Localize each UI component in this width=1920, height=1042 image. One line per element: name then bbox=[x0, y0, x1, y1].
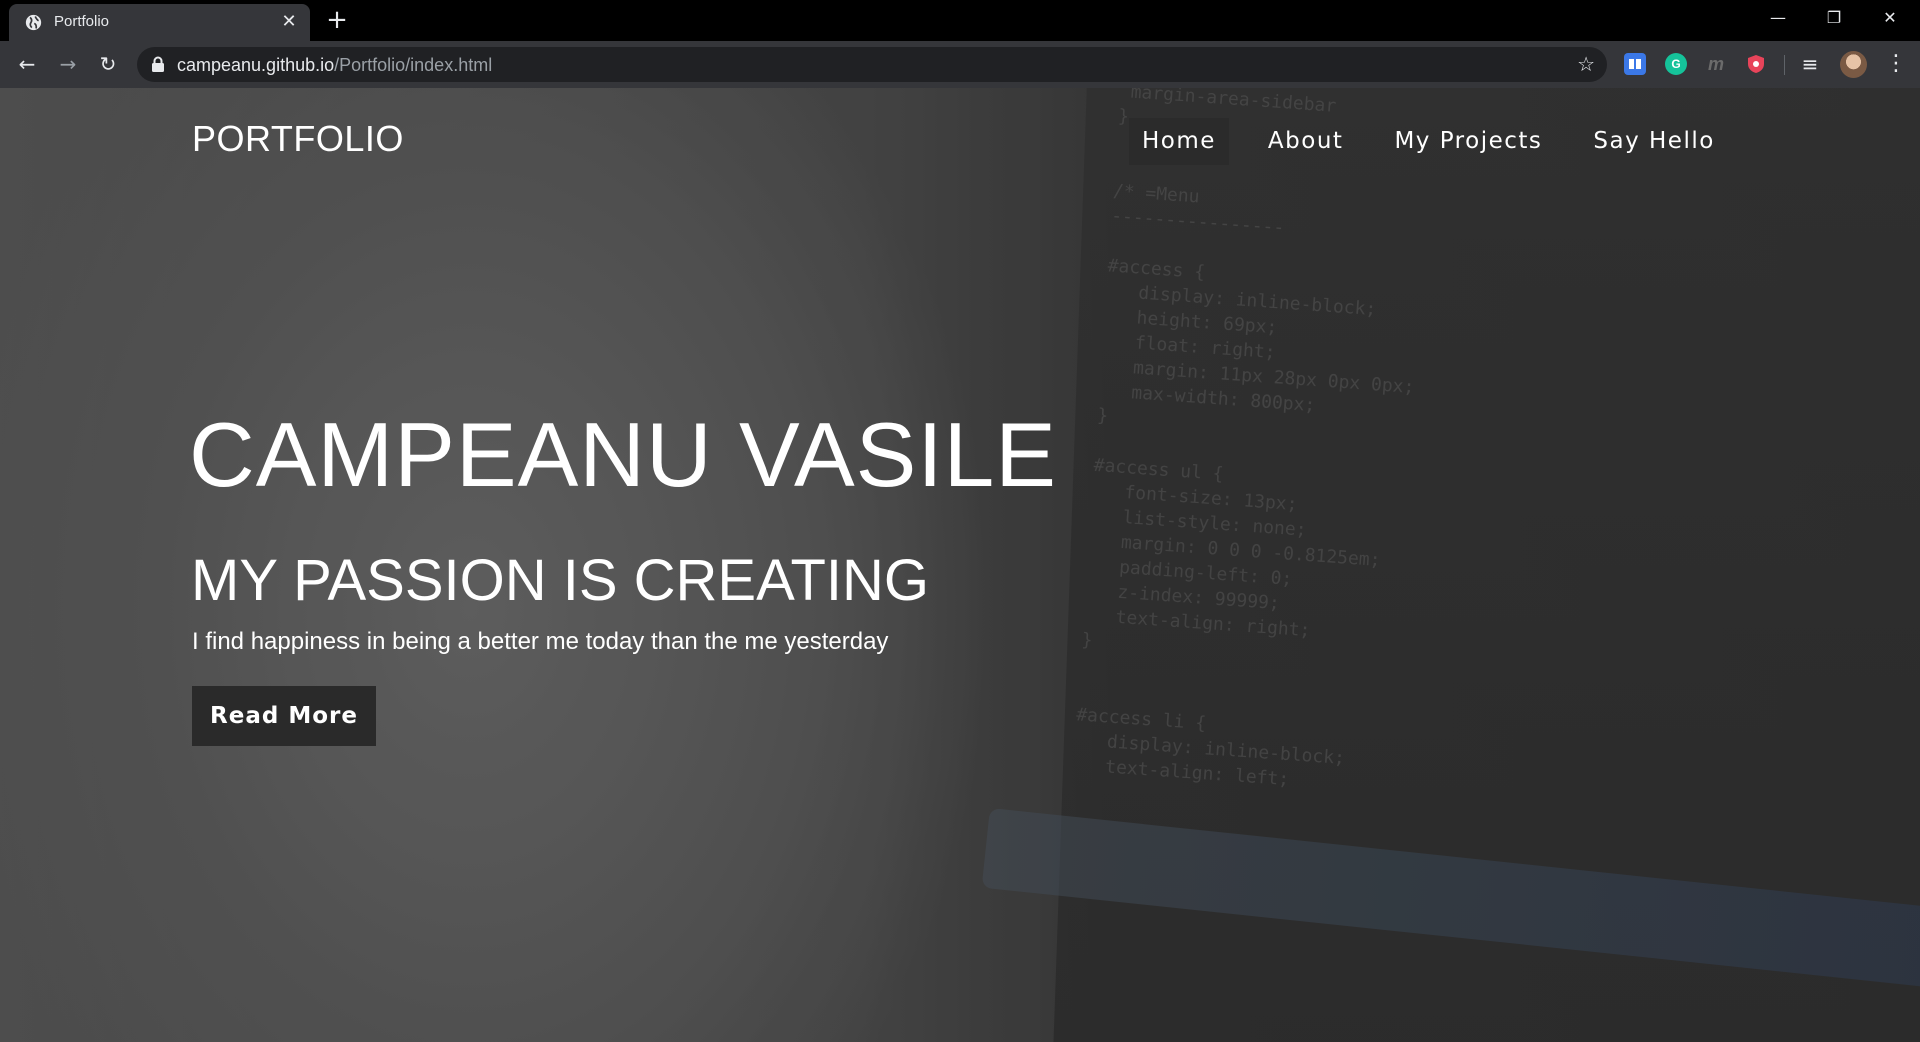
nav-my-projects[interactable]: My Projects bbox=[1381, 118, 1555, 165]
avatar[interactable] bbox=[1840, 51, 1867, 78]
restore-icon[interactable]: ❐ bbox=[1806, 0, 1862, 38]
nav-home[interactable]: Home bbox=[1129, 118, 1229, 165]
bookmark-star-icon[interactable]: ☆ bbox=[1577, 52, 1595, 76]
lock-icon bbox=[152, 56, 164, 72]
reload-icon[interactable]: ↻ bbox=[95, 51, 121, 77]
portfolio-page: margin-area-sidebar } /* =Menu ---------… bbox=[0, 88, 1920, 1042]
m-extension-icon[interactable]: m bbox=[1705, 53, 1727, 75]
read-more-button[interactable]: Read More bbox=[192, 686, 376, 746]
new-tab-icon[interactable]: + bbox=[325, 6, 349, 34]
browser-toolbar: ← → ↻ campeanu.github.io/Portfolio/index… bbox=[0, 41, 1920, 88]
hero-subtitle: I find happiness in being a better me to… bbox=[192, 628, 889, 655]
minimize-icon[interactable]: — bbox=[1750, 0, 1806, 38]
tab-title: Portfolio bbox=[54, 13, 110, 30]
menu-dots-icon[interactable]: ⋮ bbox=[1885, 51, 1907, 77]
close-window-icon[interactable]: ✕ bbox=[1862, 0, 1918, 38]
hero-tagline: MY PASSION IS CREATING bbox=[191, 548, 930, 613]
media-control-icon[interactable]: ≡ bbox=[1797, 51, 1823, 77]
shield-extension-icon[interactable] bbox=[1745, 53, 1767, 75]
url-text: campeanu.github.io/Portfolio/index.html bbox=[177, 55, 492, 76]
nav-say-hello[interactable]: Say Hello bbox=[1580, 118, 1727, 165]
url-path: /Portfolio/index.html bbox=[334, 55, 493, 75]
browser-tab[interactable]: Portfolio ✕ bbox=[9, 4, 310, 41]
browser-tab-strip: Portfolio ✕ + — ❐ ✕ bbox=[0, 0, 1920, 41]
back-icon[interactable]: ← bbox=[14, 51, 40, 77]
reader-extension-icon[interactable] bbox=[1624, 53, 1646, 75]
site-nav: Home About My Projects Say Hello bbox=[1129, 118, 1728, 165]
toolbar-divider bbox=[1784, 55, 1785, 75]
nav-about[interactable]: About bbox=[1255, 118, 1357, 165]
url-host: campeanu.github.io bbox=[177, 55, 335, 75]
hero-name: CAMPEANU VASILE bbox=[189, 405, 1057, 506]
address-bar[interactable]: campeanu.github.io/Portfolio/index.html … bbox=[137, 47, 1607, 82]
site-logo[interactable]: PORTFOLIO bbox=[192, 118, 404, 160]
globe-icon bbox=[25, 14, 42, 31]
forward-icon[interactable]: → bbox=[55, 51, 81, 77]
grammarly-extension-icon[interactable]: G bbox=[1665, 53, 1687, 75]
close-tab-icon[interactable]: ✕ bbox=[280, 13, 298, 31]
